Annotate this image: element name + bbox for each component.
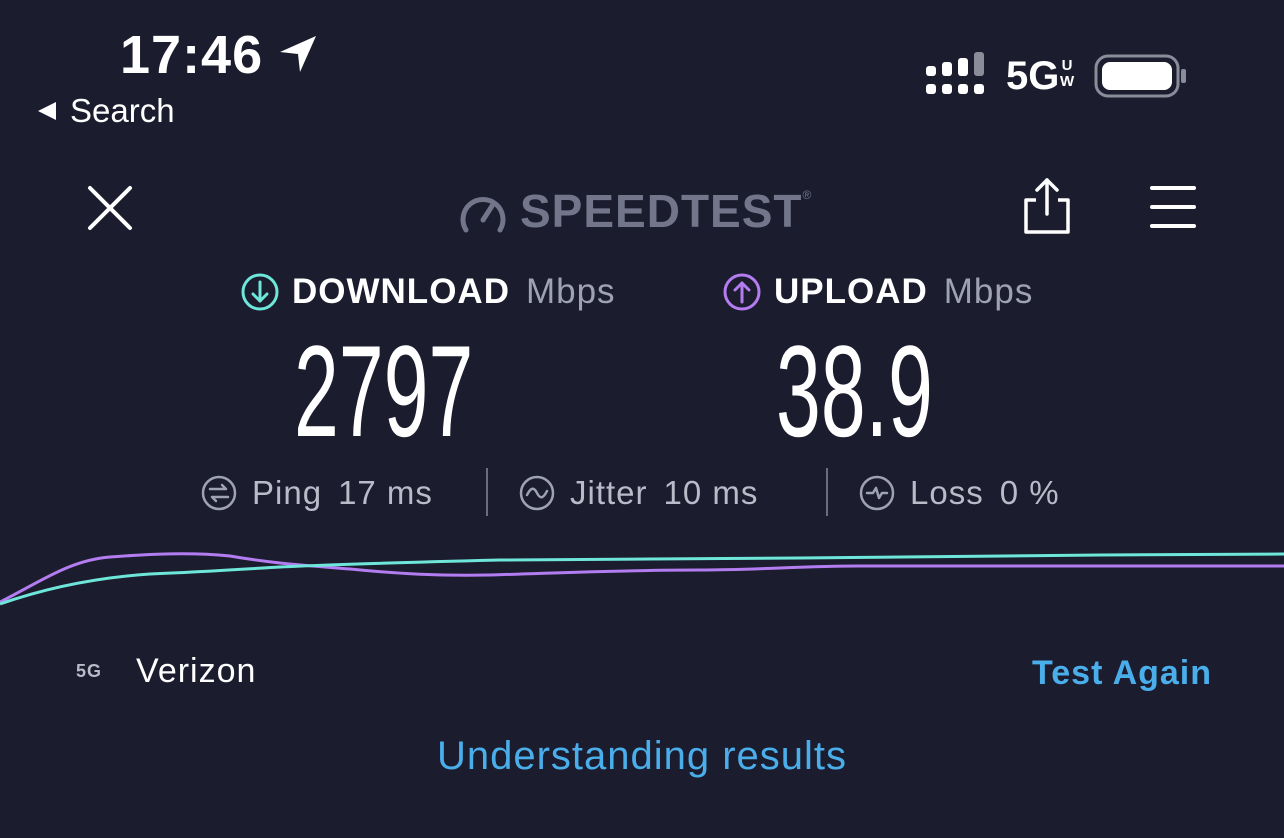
upload-arrow-icon <box>723 273 761 311</box>
upload-header: UPLOAD Mbps <box>722 272 1033 312</box>
loss-label: Loss <box>910 474 984 511</box>
jitter-stat: Jitter 10 ms <box>518 474 758 512</box>
menu-icon[interactable] <box>1148 182 1198 232</box>
back-triangle-icon <box>38 102 56 120</box>
network-type: 5G <box>1006 54 1060 98</box>
download-value: 2797 <box>294 318 474 464</box>
status-time: 17:46 <box>120 25 264 85</box>
upload-graph-line <box>0 552 1284 604</box>
loss-stat: Loss 0 % <box>858 474 1060 512</box>
close-icon[interactable] <box>84 182 136 234</box>
carrier-name: Verizon <box>136 652 257 690</box>
speedtest-results-screen: 17:46 Search 5G UW SPEEDTEST ® DOWNLOAD … <box>0 0 1284 838</box>
ping-stat: Ping 17 ms <box>200 474 433 512</box>
brand-mark: ® <box>802 188 812 202</box>
jitter-label: Jitter <box>570 474 648 511</box>
jitter-value: 10 ms <box>663 474 759 511</box>
ping-value: 17 ms <box>338 474 433 511</box>
speedometer-icon <box>460 197 506 233</box>
download-label: DOWNLOAD <box>292 272 510 311</box>
download-arrow-icon <box>241 273 279 311</box>
back-to-search-link[interactable]: Search <box>38 92 175 130</box>
upload-value: 38.9 <box>776 318 933 464</box>
stat-divider <box>826 468 828 516</box>
signal-icon <box>926 52 984 94</box>
upload-unit: Mbps <box>943 272 1034 311</box>
loss-value: 0 % <box>999 474 1060 511</box>
network-subtype: UW <box>1060 57 1075 90</box>
battery-icon <box>1094 54 1186 98</box>
download-unit: Mbps <box>525 272 616 311</box>
upload-label: UPLOAD <box>774 272 928 311</box>
share-icon[interactable] <box>1020 176 1074 236</box>
download-graph-line <box>0 552 1284 606</box>
test-again-button[interactable]: Test Again <box>1032 654 1212 693</box>
ping-icon <box>201 475 237 511</box>
ping-label: Ping <box>252 474 323 511</box>
understanding-results-link[interactable]: Understanding results <box>0 734 1284 779</box>
back-label: Search <box>70 92 175 129</box>
carrier-info: 5G Verizon <box>76 652 256 691</box>
speedtest-logo: SPEEDTEST ® <box>456 184 811 238</box>
location-arrow-icon <box>280 36 316 72</box>
jitter-icon <box>519 475 555 511</box>
loss-icon <box>859 475 895 511</box>
speed-graph <box>0 552 1284 606</box>
download-header: DOWNLOAD Mbps <box>240 272 616 312</box>
brand-name: SPEEDTEST <box>520 185 803 237</box>
stat-divider <box>486 468 488 516</box>
connection-tech: 5G <box>76 661 103 681</box>
